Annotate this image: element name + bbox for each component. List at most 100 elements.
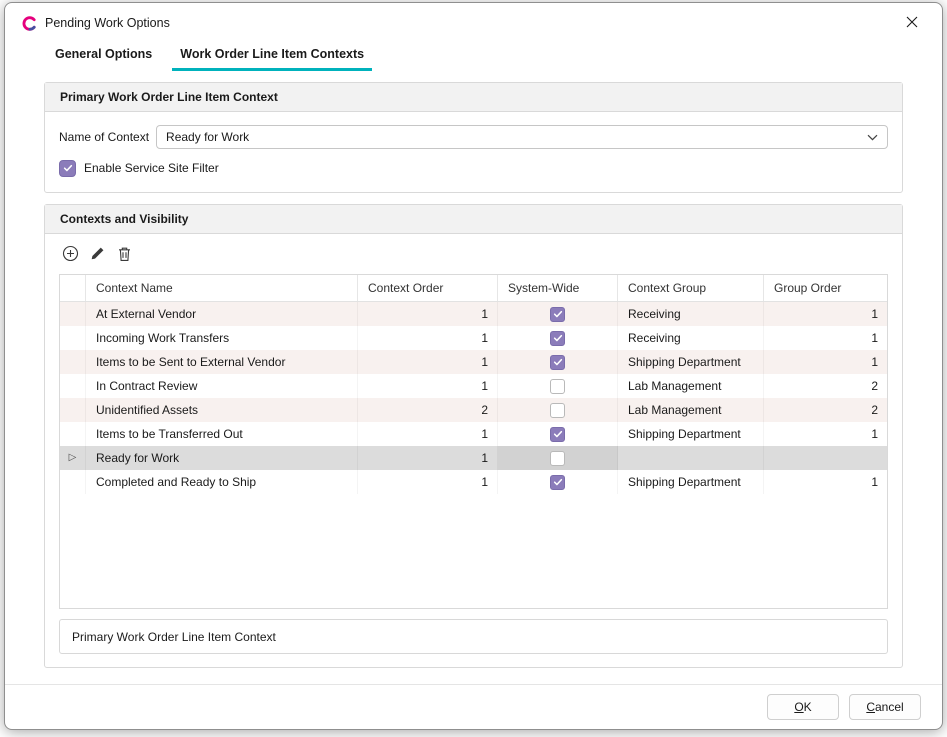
table-row[interactable]: Items to be Transferred Out1Shipping Dep…: [60, 422, 887, 446]
cell-context-order[interactable]: 1: [358, 470, 498, 494]
cell-group-order[interactable]: 1: [764, 302, 887, 326]
table-row[interactable]: Incoming Work Transfers1Receiving1: [60, 326, 887, 350]
add-context-button[interactable]: [59, 244, 81, 266]
cancel-button[interactable]: Cancel: [849, 694, 921, 720]
pencil-icon: [90, 246, 105, 264]
col-group-order[interactable]: Group Order: [764, 275, 887, 301]
table-row[interactable]: Unidentified Assets2Lab Management2: [60, 398, 887, 422]
row-selector-cell[interactable]: [60, 326, 86, 350]
cell-group-order[interactable]: 1: [764, 422, 887, 446]
cell-group-order[interactable]: 2: [764, 374, 887, 398]
system-wide-checkbox[interactable]: [550, 403, 565, 418]
cell-context-group[interactable]: Lab Management: [618, 374, 764, 398]
table-row[interactable]: In Contract Review1 Lab Management2: [60, 374, 887, 398]
cell-group-order[interactable]: 2: [764, 398, 887, 422]
enable-service-site-filter-row: Enable Service Site Filter: [59, 157, 888, 179]
table-row[interactable]: ▷Ready for Work1: [60, 446, 887, 470]
title-bar: Pending Work Options: [5, 3, 942, 43]
cell-context-group[interactable]: Receiving: [618, 302, 764, 326]
row-selector-cell[interactable]: [60, 374, 86, 398]
delete-context-button[interactable]: [113, 244, 135, 266]
cell-system-wide[interactable]: [498, 446, 618, 470]
primary-context-group-content: Name of Context Ready for Work Enable Se…: [45, 112, 902, 192]
name-of-context-row: Name of Context Ready for Work: [59, 124, 888, 150]
system-wide-checkbox[interactable]: [550, 307, 565, 322]
cell-system-wide[interactable]: [498, 470, 618, 494]
table-row[interactable]: Completed and Ready to Ship1Shipping Dep…: [60, 470, 887, 494]
col-system-wide[interactable]: System-Wide: [498, 275, 618, 301]
cell-context-name[interactable]: Ready for Work: [86, 446, 358, 470]
cell-context-order[interactable]: 1: [358, 350, 498, 374]
circle-plus-icon: [62, 245, 79, 265]
name-of-context-select[interactable]: Ready for Work: [156, 125, 888, 149]
cell-context-order[interactable]: 1: [358, 446, 498, 470]
cell-context-order[interactable]: 1: [358, 326, 498, 350]
cell-group-order[interactable]: 1: [764, 470, 887, 494]
cell-context-group[interactable]: [618, 446, 764, 470]
dialog-button-row: OK Cancel: [5, 684, 942, 729]
edit-context-button[interactable]: [86, 244, 108, 266]
close-button[interactable]: [898, 11, 926, 35]
primary-context-group-header: Primary Work Order Line Item Context: [45, 83, 902, 112]
primary-context-group: Primary Work Order Line Item Context Nam…: [44, 82, 903, 193]
cell-group-order[interactable]: 1: [764, 350, 887, 374]
cell-context-order[interactable]: 2: [358, 398, 498, 422]
cell-system-wide[interactable]: [498, 422, 618, 446]
system-wide-checkbox[interactable]: [550, 379, 565, 394]
app-logo-icon: [22, 16, 37, 31]
row-selector-cell[interactable]: [60, 398, 86, 422]
cell-group-order[interactable]: [764, 446, 887, 470]
col-context-name[interactable]: Context Name: [86, 275, 358, 301]
row-selector-cell[interactable]: [60, 350, 86, 374]
cell-system-wide[interactable]: [498, 398, 618, 422]
cell-system-wide[interactable]: [498, 302, 618, 326]
name-of-context-value: Ready for Work: [166, 130, 867, 144]
col-context-order[interactable]: Context Order: [358, 275, 498, 301]
cell-context-name[interactable]: Items to be Sent to External Vendor: [86, 350, 358, 374]
contexts-visibility-group-header: Contexts and Visibility: [45, 205, 902, 234]
name-of-context-label: Name of Context: [59, 130, 149, 144]
cell-system-wide[interactable]: [498, 374, 618, 398]
cell-context-group[interactable]: Receiving: [618, 326, 764, 350]
pending-work-options-dialog: Pending Work Options General Options Wor…: [4, 2, 943, 730]
system-wide-checkbox[interactable]: [550, 475, 565, 490]
cell-system-wide[interactable]: [498, 326, 618, 350]
cell-context-group[interactable]: Shipping Department: [618, 422, 764, 446]
contexts-visibility-group: Contexts and Visibility: [44, 204, 903, 668]
enable-service-site-filter-label: Enable Service Site Filter: [84, 161, 219, 175]
system-wide-checkbox[interactable]: [550, 427, 565, 442]
chevron-down-icon: [867, 130, 878, 144]
cell-group-order[interactable]: 1: [764, 326, 887, 350]
cell-context-group[interactable]: Lab Management: [618, 398, 764, 422]
system-wide-checkbox[interactable]: [550, 451, 565, 466]
cell-context-group[interactable]: Shipping Department: [618, 470, 764, 494]
cell-system-wide[interactable]: [498, 350, 618, 374]
system-wide-checkbox[interactable]: [550, 355, 565, 370]
tab-bar: General Options Work Order Line Item Con…: [5, 43, 942, 71]
table-row[interactable]: At External Vendor1Receiving1: [60, 302, 887, 326]
cell-context-name[interactable]: In Contract Review: [86, 374, 358, 398]
contexts-table: Context Name Context Order System-Wide C…: [59, 274, 888, 609]
system-wide-checkbox[interactable]: [550, 331, 565, 346]
row-selector-cell[interactable]: [60, 422, 86, 446]
tab-work-order-line-item-contexts[interactable]: Work Order Line Item Contexts: [172, 47, 372, 71]
row-selector-cell[interactable]: [60, 470, 86, 494]
tab-general-options[interactable]: General Options: [47, 47, 160, 71]
cell-context-name[interactable]: Completed and Ready to Ship: [86, 470, 358, 494]
cell-context-name[interactable]: Items to be Transferred Out: [86, 422, 358, 446]
window-title: Pending Work Options: [45, 16, 170, 30]
table-row[interactable]: Items to be Sent to External Vendor1Ship…: [60, 350, 887, 374]
cell-context-order[interactable]: 1: [358, 374, 498, 398]
cell-context-name[interactable]: At External Vendor: [86, 302, 358, 326]
cell-context-name[interactable]: Incoming Work Transfers: [86, 326, 358, 350]
row-selector-cell[interactable]: ▷: [60, 446, 86, 470]
cell-context-order[interactable]: 1: [358, 302, 498, 326]
context-description-panel: Primary Work Order Line Item Context: [59, 619, 888, 654]
cell-context-order[interactable]: 1: [358, 422, 498, 446]
cell-context-name[interactable]: Unidentified Assets: [86, 398, 358, 422]
ok-button[interactable]: OK: [767, 694, 839, 720]
enable-service-site-filter-checkbox[interactable]: [59, 160, 76, 177]
row-selector-cell[interactable]: [60, 302, 86, 326]
cell-context-group[interactable]: Shipping Department: [618, 350, 764, 374]
col-context-group[interactable]: Context Group: [618, 275, 764, 301]
